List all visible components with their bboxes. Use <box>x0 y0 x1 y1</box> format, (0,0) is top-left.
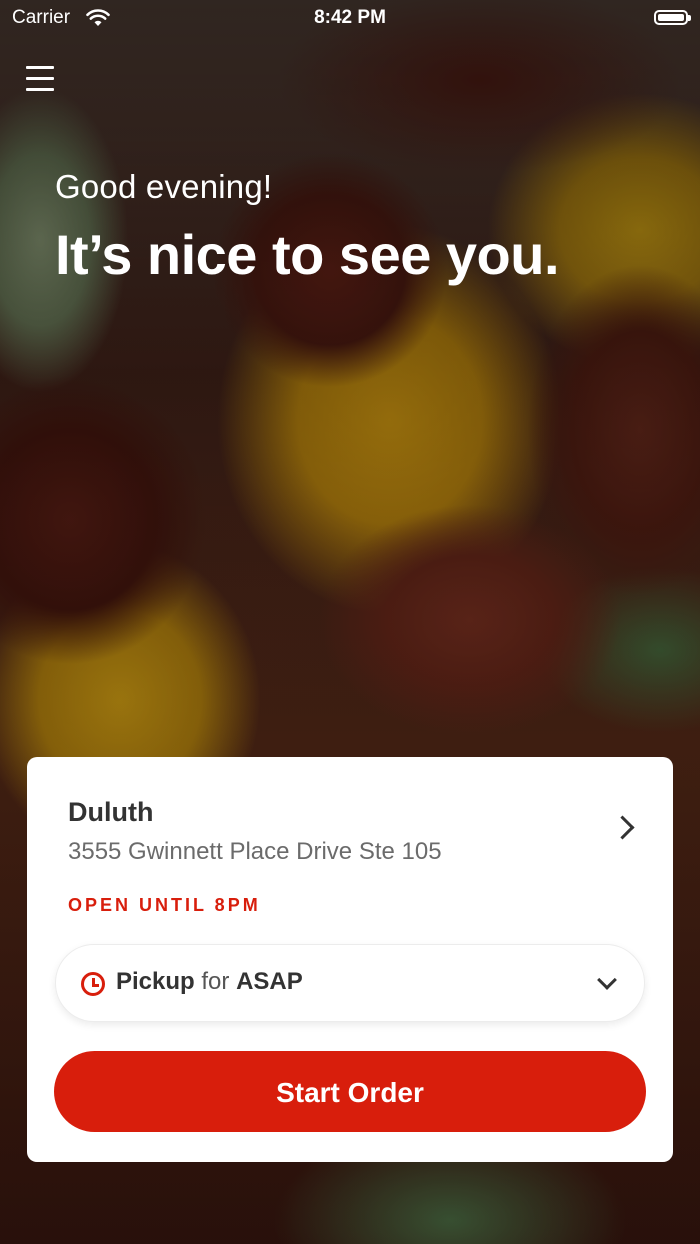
chevron-right-icon <box>610 815 635 840</box>
location-name: Duluth <box>68 797 154 827</box>
clock-icon <box>81 972 105 996</box>
chevron-down-icon <box>597 970 617 990</box>
order-time: ASAP <box>236 968 303 995</box>
greeting-title: It’s nice to see you. <box>55 223 560 286</box>
hours-status: OPEN UNTIL 8PM <box>68 895 261 915</box>
location-card: Duluth 3555 Gwinnett Place Drive Ste 105… <box>27 757 673 1162</box>
order-mode-dropdown[interactable]: Pickup for ASAP <box>55 944 645 1022</box>
clock-time: 8:42 PM <box>314 7 386 28</box>
location-selector[interactable]: Duluth 3555 Gwinnett Place Drive Ste 105 <box>27 757 673 877</box>
order-mode-label: Pickup for ASAP <box>116 968 303 996</box>
order-connector: for <box>201 968 230 995</box>
hamburger-menu-icon[interactable] <box>26 66 56 92</box>
greeting-subtitle: Good evening! <box>55 168 273 205</box>
order-method: Pickup <box>116 968 195 995</box>
start-order-button[interactable]: Start Order <box>54 1051 646 1132</box>
location-address: 3555 Gwinnett Place Drive Ste 105 <box>68 838 442 865</box>
status-bar: Carrier 8:42 PM <box>0 0 700 40</box>
battery-icon <box>654 10 691 25</box>
